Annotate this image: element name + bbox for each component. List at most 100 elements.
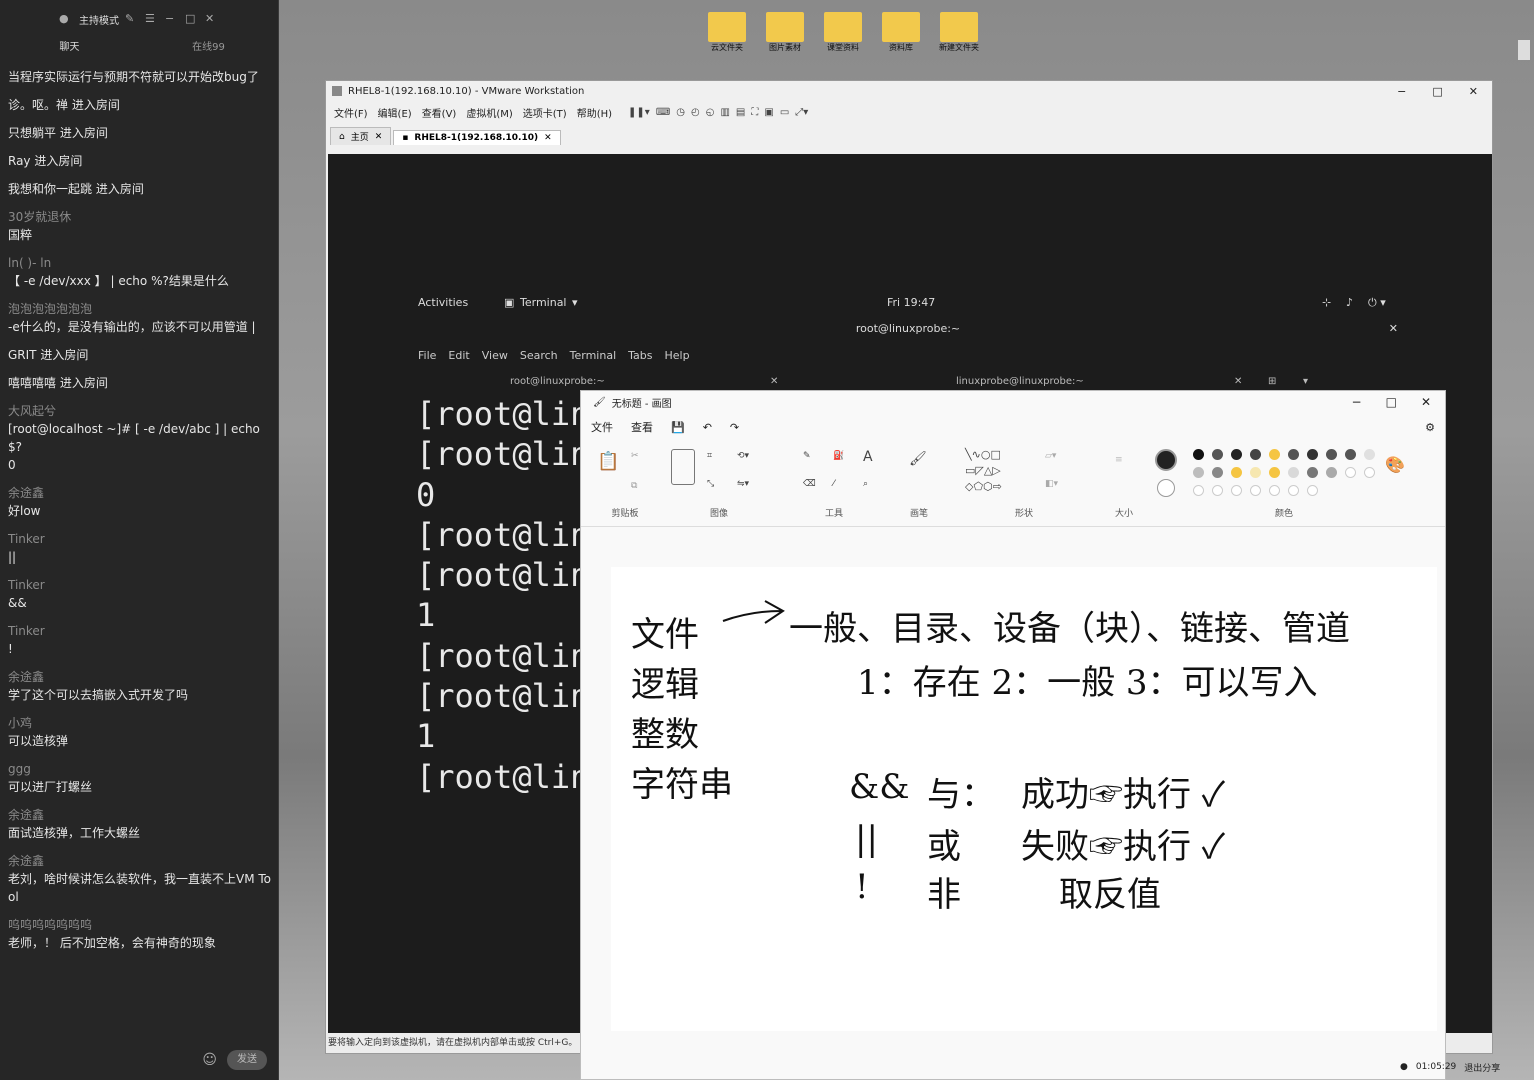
color-swatch[interactable] [1250, 467, 1261, 478]
color-swatch[interactable] [1326, 467, 1337, 478]
color-swatch[interactable] [1364, 449, 1375, 460]
settings-icon[interactable]: ☰ [145, 13, 159, 24]
color-swatch[interactable] [1231, 449, 1242, 460]
tab-home[interactable]: ⌂ 主页 ✕ [330, 127, 392, 145]
paint-maximize-icon[interactable]: □ [1386, 395, 1397, 409]
clock[interactable]: Fri 19:47 [887, 296, 935, 309]
color-swatch[interactable] [1307, 467, 1318, 478]
color1-swatch[interactable] [1155, 449, 1177, 471]
terminal-output[interactable]: [root@lin [root@lin 0 [root@lin [root@lin 1 [r… [416, 394, 589, 797]
stretch-icon[interactable]: ⤢▾ [795, 107, 808, 118]
tabs-menu-icon[interactable]: ▾ [1303, 376, 1308, 387]
color-swatch[interactable] [1212, 449, 1223, 460]
menu-view[interactable]: 查看(V) [422, 105, 457, 120]
outline-icon[interactable]: ▱▾ [1045, 451, 1056, 461]
color-swatch[interactable] [1288, 449, 1299, 460]
terminal-tab-1[interactable]: root@linuxprobe:~ [510, 376, 605, 387]
snapshot-icon[interactable]: ◷ [676, 107, 685, 118]
terminal-tab-2[interactable]: linuxprobe@linuxprobe:~ [956, 376, 1084, 387]
empty-color-swatch[interactable] [1231, 485, 1242, 496]
desktop-folder-icon[interactable]: 新建文件夹 [931, 12, 987, 53]
select-icon[interactable] [671, 449, 695, 485]
tab-close-icon[interactable]: ✕ [1234, 376, 1242, 387]
terminal-menu-item[interactable]: Tabs [628, 349, 652, 362]
activities-button[interactable]: Activities [418, 296, 468, 309]
settings-icon[interactable]: ⚙ [1425, 421, 1435, 434]
terminal-menu-item[interactable]: Search [520, 349, 558, 362]
color-swatch[interactable] [1250, 449, 1261, 460]
paint-minimize-icon[interactable]: − [1352, 395, 1362, 409]
empty-color-swatch[interactable] [1250, 485, 1261, 496]
color-swatch[interactable] [1345, 449, 1356, 460]
edit-colors-icon[interactable]: 🎨 [1385, 455, 1405, 474]
tab-close-icon[interactable]: ✕ [770, 376, 778, 387]
terminal-menu-item[interactable]: Help [665, 349, 690, 362]
vm-minimize-icon[interactable]: − [1397, 85, 1406, 98]
close-icon[interactable]: ✕ [205, 13, 219, 24]
magnifier-icon[interactable]: ⌕ [863, 479, 868, 489]
menu-vm[interactable]: 虚拟机(M) [466, 105, 512, 120]
volume-icon[interactable]: ♪ [1346, 296, 1353, 309]
revert-icon[interactable]: ◴ [691, 107, 700, 118]
terminal-close-icon[interactable]: ✕ [1389, 322, 1398, 335]
color-swatch[interactable] [1193, 449, 1204, 460]
pencil-icon[interactable]: ✎ [803, 451, 811, 461]
vm-maximize-icon[interactable]: □ [1432, 85, 1442, 98]
unity-icon[interactable]: ▣ [764, 107, 773, 118]
fullscreen-icon[interactable]: ⛶ [751, 107, 758, 118]
menu-tabs[interactable]: 选项卡(T) [523, 105, 567, 120]
color-swatch[interactable] [1307, 449, 1318, 460]
minimize-icon[interactable]: − [165, 13, 179, 24]
shapes-gallery-icon[interactable]: ╲∿○□ ▭◸△▷ ◇⬠⬡⇨ [965, 447, 1033, 495]
color-swatch[interactable] [1193, 467, 1204, 478]
empty-color-swatch[interactable] [1269, 485, 1280, 496]
maximize-icon[interactable]: □ [185, 13, 199, 24]
pause-icon[interactable]: ❚❚▾ [628, 107, 650, 118]
empty-color-swatch[interactable] [1288, 485, 1299, 496]
color2-swatch[interactable] [1157, 479, 1175, 497]
tab-online[interactable]: 在线99 [139, 38, 278, 60]
eraser-icon[interactable]: ⌫ [803, 479, 816, 489]
console-icon[interactable]: ▭ [780, 107, 789, 118]
tab-vm[interactable]: ▪ RHEL8-1(192.168.10.10) ✕ [393, 130, 561, 145]
thumbnail-icon[interactable]: ▤ [736, 107, 745, 118]
crop-icon[interactable]: ⌗ [707, 451, 712, 461]
manage-snapshot-icon[interactable]: ◵ [706, 107, 715, 118]
paint-canvas[interactable]: 文件 一般、目录、设备（块）、链接、管道 逻辑 1：存在 2：一般 3：可以写入… [611, 567, 1437, 1031]
empty-color-swatch[interactable] [1193, 485, 1204, 496]
empty-color-swatch[interactable] [1345, 467, 1356, 478]
tab-chat[interactable]: 聊天 [0, 38, 139, 60]
size-icon[interactable]: ≡ [1115, 455, 1123, 465]
terminal-menu-item[interactable]: Edit [448, 349, 469, 362]
exit-share-button[interactable]: 退出分享 [1464, 1061, 1500, 1074]
desktop-folder-icon[interactable]: 资料库 [873, 12, 929, 53]
desktop-folder-icon[interactable]: 图片素材 [757, 12, 813, 53]
emoji-icon[interactable]: ☺ [202, 1052, 217, 1068]
brush-icon[interactable]: 🖌 [909, 451, 927, 467]
menu-file[interactable]: 文件(F) [334, 105, 368, 120]
desktop-folder-icon[interactable]: 课堂资料 [815, 12, 871, 53]
color-swatch[interactable] [1269, 449, 1280, 460]
fill-icon[interactable]: ⛽ [833, 451, 844, 461]
redo-icon[interactable]: ↷ [730, 421, 739, 434]
terminal-app-menu[interactable]: Terminal [520, 296, 567, 309]
terminal-menu-item[interactable]: View [482, 349, 508, 362]
empty-color-swatch[interactable] [1364, 467, 1375, 478]
cut-icon[interactable]: ✂ [631, 451, 639, 461]
recycle-bin-icon[interactable] [1518, 40, 1530, 60]
network-icon[interactable]: ⊹ [1322, 296, 1331, 309]
menu-edit[interactable]: 编辑(E) [378, 105, 412, 120]
menu-help[interactable]: 帮助(H) [577, 105, 612, 120]
send-keys-icon[interactable]: ⌨ [656, 107, 670, 118]
fill-shape-icon[interactable]: ◧▾ [1045, 479, 1058, 489]
color-swatch[interactable] [1269, 467, 1280, 478]
new-tab-icon[interactable]: ⊞ [1268, 376, 1276, 387]
tab-close-icon[interactable]: ✕ [544, 133, 552, 143]
paint-close-icon[interactable]: ✕ [1421, 395, 1431, 409]
sidebar-icon[interactable]: ▥ [720, 107, 729, 118]
vm-close-icon[interactable]: ✕ [1469, 85, 1478, 98]
tab-close-icon[interactable]: ✕ [375, 132, 383, 142]
send-button[interactable]: 发送 [227, 1050, 267, 1070]
text-icon[interactable]: A [863, 449, 873, 465]
color-swatch[interactable] [1288, 467, 1299, 478]
